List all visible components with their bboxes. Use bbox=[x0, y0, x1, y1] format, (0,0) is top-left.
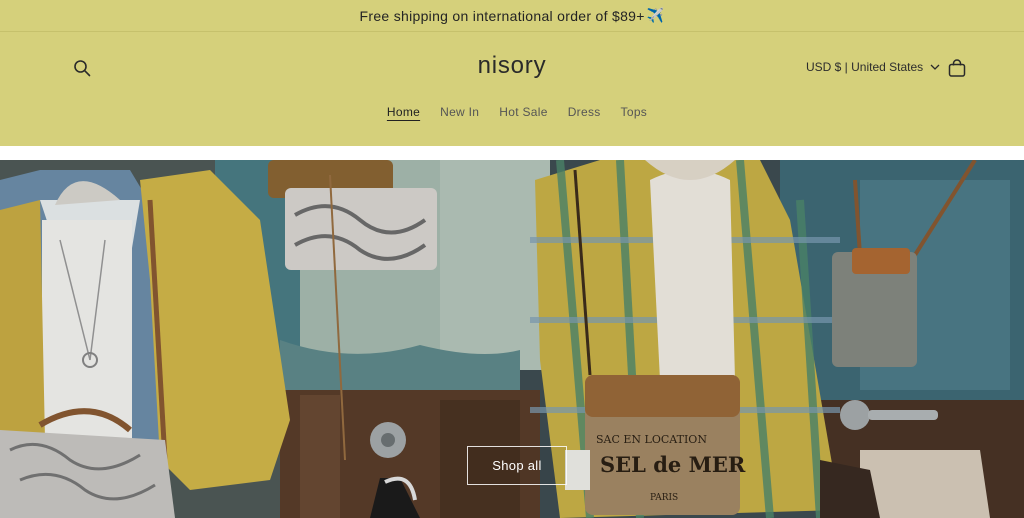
currency-label: USD $ | United States bbox=[806, 60, 924, 74]
search-button[interactable] bbox=[70, 56, 94, 80]
nav-dress[interactable]: Dress bbox=[568, 105, 601, 119]
logo-link[interactable]: nisory bbox=[478, 52, 547, 79]
search-icon bbox=[74, 60, 91, 77]
cart-button[interactable] bbox=[946, 56, 968, 80]
nav-home[interactable]: Home bbox=[387, 105, 420, 119]
announcement-text: Free shipping on international order of … bbox=[359, 7, 645, 24]
cart-icon bbox=[948, 59, 966, 77]
nav-hot-sale[interactable]: Hot Sale bbox=[499, 105, 547, 119]
airplane-icon: ✈️ bbox=[646, 7, 665, 23]
chevron-down-icon bbox=[930, 64, 940, 70]
currency-selector[interactable]: USD $ | United States bbox=[806, 60, 940, 74]
main-nav: Home New In Hot Sale Dress Tops bbox=[0, 105, 1024, 119]
nav-new-in[interactable]: New In bbox=[440, 105, 479, 119]
nav-tops[interactable]: Tops bbox=[621, 105, 648, 119]
announcement-bar: Free shipping on international order of … bbox=[0, 0, 1024, 32]
site-header: nisory USD $ | United States Home New In… bbox=[0, 32, 1024, 146]
shop-all-button[interactable]: Shop all bbox=[467, 446, 567, 485]
